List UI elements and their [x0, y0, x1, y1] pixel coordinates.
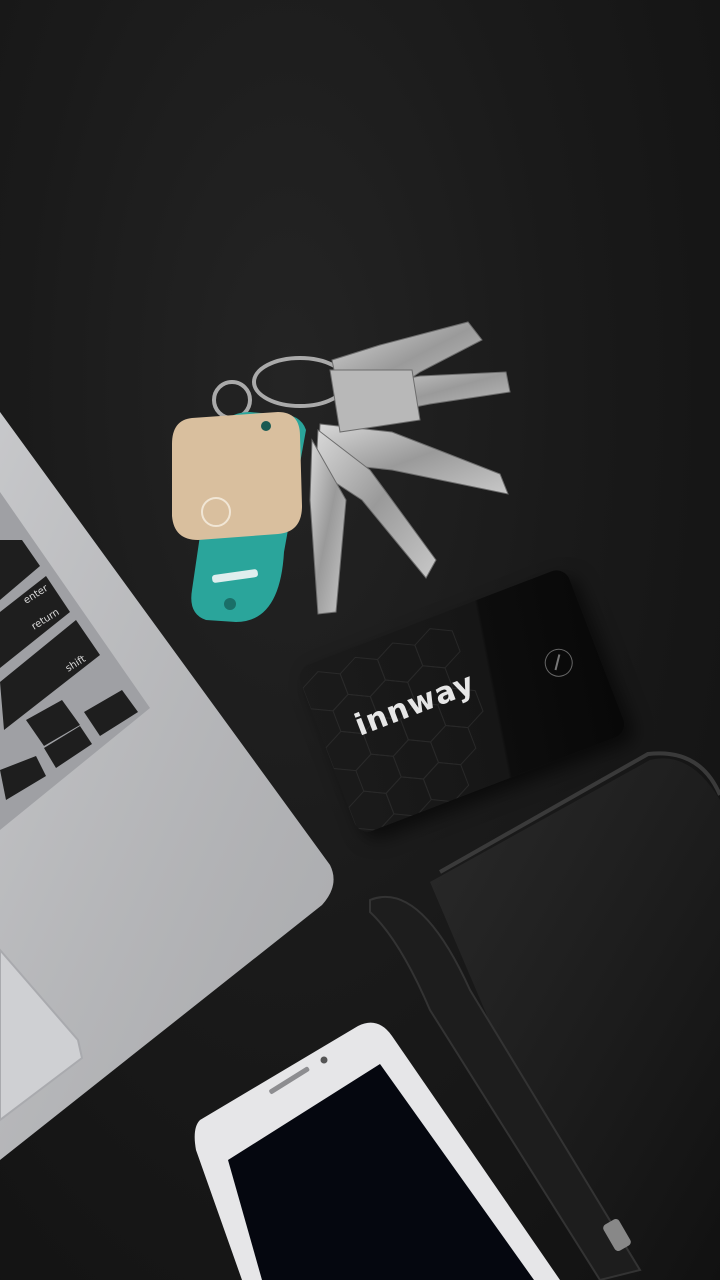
compass-icon — [540, 644, 577, 681]
tracker-tag — [172, 412, 302, 540]
photo-scene: enter return shift innway — [0, 0, 720, 1280]
desk-illustration: enter return shift — [0, 321, 720, 1280]
